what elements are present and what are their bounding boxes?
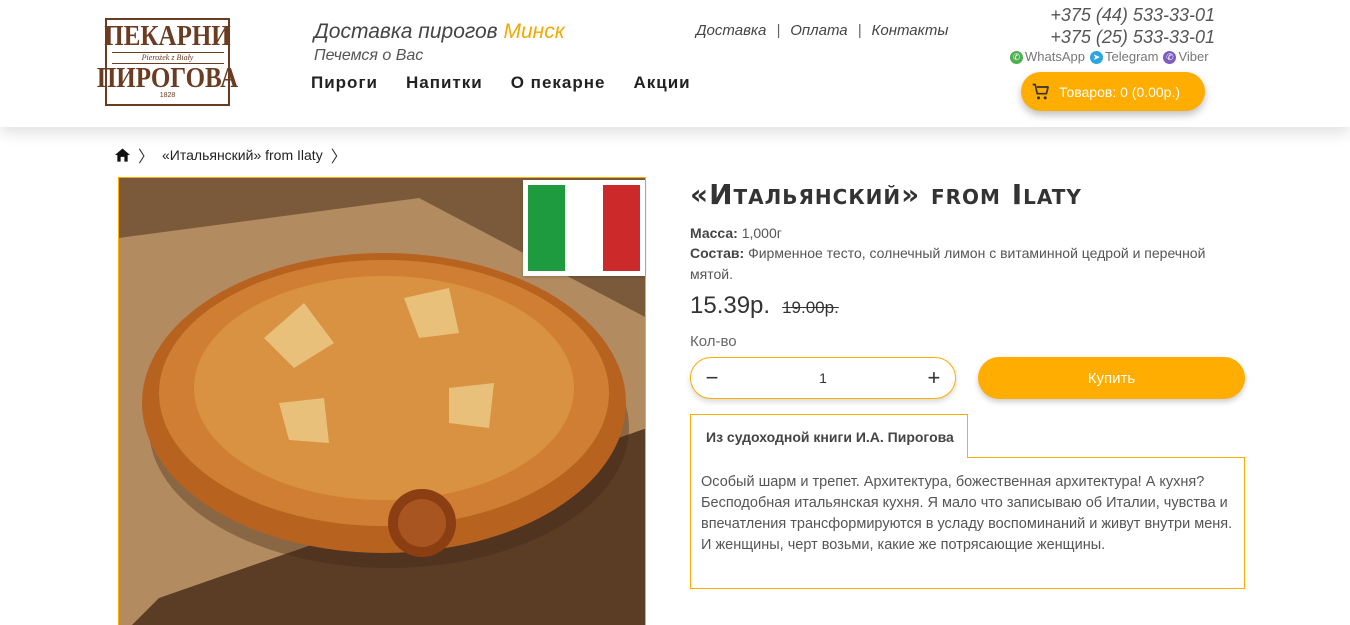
viber-label: Viber [1178, 49, 1209, 64]
breadcrumb-current[interactable]: «Итальянский» from Ilaty [162, 147, 323, 163]
breadcrumb: 〉 «Итальянский» from Ilaty 〉 [115, 143, 347, 167]
chevron-right-icon: 〉 [138, 149, 155, 166]
separator: | [776, 22, 781, 39]
quantity-value[interactable]: 1 [819, 370, 827, 386]
tagline-text: Доставка пирогов [314, 20, 498, 43]
flag-red-stripe [602, 185, 640, 271]
telegram-link[interactable]: ➤ Telegram [1089, 49, 1159, 65]
nav-about[interactable]: О пекарне [511, 73, 606, 93]
tagline: Доставка пирогов Минск [314, 20, 565, 44]
cart-label: Товаров: 0 (0.00р.) [1059, 83, 1181, 100]
topnav-delivery[interactable]: Доставка [696, 22, 766, 39]
tab-panel: Особый шарм и трепет. Архитектура, божес… [690, 457, 1245, 589]
subtagline: Печемся о Вас [314, 47, 424, 64]
description-text-2: И женщины, черт возьми, какие же потряса… [701, 537, 1106, 553]
composition-label: Состав: [690, 245, 745, 261]
composition-value: Фирменное тесто, солнечный лимон с витам… [690, 245, 1206, 282]
telegram-label: Telegram [1104, 49, 1159, 64]
cart-icon [1032, 83, 1049, 99]
home-icon[interactable] [115, 148, 130, 162]
price-block: 15.39р. 19.00р. [690, 292, 839, 320]
quantity-label: Кол-во [690, 333, 737, 350]
chevron-right-icon: 〉 [330, 149, 347, 166]
product-mass: Масса: 1,000г [690, 223, 782, 244]
phone-list: +375 (44) 533-33-01 +375 (25) 533-33-01 [1010, 4, 1215, 48]
quantity-stepper: − 1 + [690, 357, 956, 399]
whatsapp-icon: ✆ [1010, 51, 1023, 65]
flag-green-stripe [528, 185, 566, 271]
site-header: ПЕКАРНИ Pierożek z Biały ПИРОГОВА 1828 Д… [0, 0, 1350, 127]
logo-line-3: ПИРОГОВА [96, 62, 239, 94]
flag-white-stripe [565, 185, 603, 271]
telegram-icon: ➤ [1089, 51, 1103, 65]
topnav-payment[interactable]: Оплата [790, 22, 847, 39]
topnav-contacts[interactable]: Контакты [872, 22, 949, 39]
italy-flag-badge [523, 180, 645, 276]
increase-button[interactable]: + [923, 365, 945, 391]
product-composition: Состав: Фирменное тесто, солнечный лимон… [690, 243, 1245, 285]
viber-link[interactable]: ✆ Viber [1163, 49, 1209, 65]
nav-promotions[interactable]: Акции [633, 73, 690, 93]
whatsapp-label: WhatsApp [1025, 49, 1085, 64]
separator: | [857, 22, 862, 39]
old-price: 19.00р. [782, 298, 839, 317]
messenger-links: ✆ WhatsApp ➤ Telegram ✆ Viber [1010, 49, 1209, 65]
nav-drinks[interactable]: Напитки [406, 73, 483, 93]
tab-captain-book[interactable]: Из судоходной книги И.А. Пирогова [690, 414, 968, 458]
mass-value: 1,000г [737, 225, 782, 241]
nav-pies[interactable]: Пироги [311, 73, 378, 93]
whatsapp-link[interactable]: ✆ WhatsApp [1010, 49, 1085, 65]
buy-button[interactable]: Купить [978, 357, 1245, 399]
logo-line-1: ПЕКАРНИ [104, 20, 231, 52]
product-title: «Итальянский» from Ilaty [690, 178, 1082, 211]
phone-1[interactable]: +375 (44) 533-33-01 [1010, 4, 1215, 26]
top-nav: Доставка | Оплата | Контакты [696, 22, 948, 39]
decrease-button[interactable]: − [701, 365, 723, 391]
current-price: 15.39р. [690, 292, 771, 319]
tagline-city[interactable]: Минск [504, 20, 565, 43]
bakery-logo[interactable]: ПЕКАРНИ Pierożek z Biały ПИРОГОВА 1828 [97, 18, 238, 106]
cart-button[interactable]: Товаров: 0 (0.00р.) [1021, 72, 1205, 111]
phone-2[interactable]: +375 (25) 533-33-01 [1010, 26, 1215, 48]
main-nav: Пироги Напитки О пекарне Акции [311, 73, 691, 93]
description-text: Особый шарм и трепет. Архитектура, божес… [701, 474, 1233, 532]
mass-label: Масса: [690, 225, 738, 241]
viber-icon: ✆ [1163, 51, 1177, 65]
